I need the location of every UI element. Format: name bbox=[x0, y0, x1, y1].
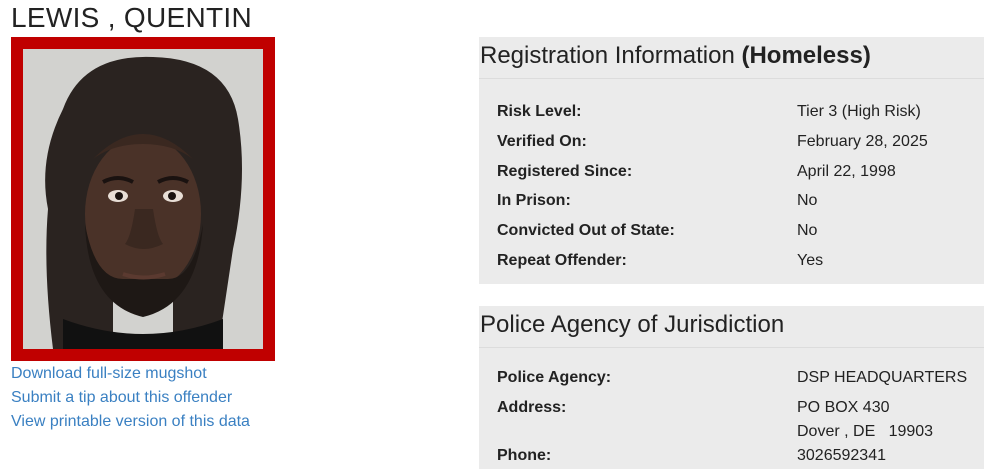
registration-title: Registration Information bbox=[480, 42, 735, 69]
field-risk-level: Risk Level: Tier 3 (High Risk) bbox=[497, 97, 984, 127]
field-label: Phone: bbox=[497, 446, 552, 464]
field-in-prison: In Prison: No bbox=[497, 186, 984, 216]
field-label: In Prison: bbox=[497, 192, 571, 210]
field-value: No bbox=[797, 192, 818, 210]
registration-header: Registration Information (Homeless) bbox=[479, 37, 984, 79]
registration-status: (Homeless) bbox=[741, 42, 871, 69]
mugshot-image bbox=[23, 49, 263, 349]
field-value: 3026592341 bbox=[797, 446, 886, 464]
field-value: April 22, 1998 bbox=[797, 162, 896, 180]
field-label: Risk Level: bbox=[497, 103, 582, 120]
field-label: Verified On: bbox=[497, 132, 587, 150]
field-label: Registered Since: bbox=[497, 162, 633, 180]
mugshot-photo[interactable] bbox=[23, 49, 263, 349]
printable-version-link[interactable]: View printable version of this data bbox=[11, 410, 250, 434]
offender-name: LEWIS , QUENTIN bbox=[11, 2, 252, 33]
field-police-agency: Police Agency: DSP HEADQUARTERS bbox=[497, 363, 984, 393]
jurisdiction-title: Police Agency of Jurisdiction bbox=[480, 311, 785, 338]
field-value: February 28, 2025 bbox=[797, 132, 928, 150]
jurisdiction-header: Police Agency of Jurisdiction bbox=[479, 306, 984, 348]
registration-panel: Registration Information (Homeless) Risk… bbox=[479, 37, 984, 284]
field-value: PO BOX 430 Dover , DE 19903 bbox=[797, 396, 933, 444]
submit-tip-link[interactable]: Submit a tip about this offender bbox=[11, 386, 250, 410]
download-mugshot-link[interactable]: Download full-size mugshot bbox=[11, 362, 250, 386]
field-label: Address: bbox=[497, 398, 567, 416]
field-label: Convicted Out of State: bbox=[497, 222, 675, 240]
field-repeat-offender: Repeat Offender: Yes bbox=[497, 246, 984, 276]
field-phone: Phone: 3026592341 bbox=[497, 441, 984, 471]
address-line-1: PO BOX 430 bbox=[797, 398, 890, 416]
field-value: No bbox=[797, 222, 818, 240]
field-registered-since: Registered Since: April 22, 1998 bbox=[497, 157, 984, 187]
field-address: Address: PO BOX 430 Dover , DE 19903 bbox=[497, 393, 984, 441]
mugshot-frame bbox=[11, 37, 275, 361]
jurisdiction-panel: Police Agency of Jurisdiction Police Age… bbox=[479, 306, 984, 469]
field-value: Tier 3 (High Risk) bbox=[797, 103, 921, 120]
mugshot-links: Download full-size mugshot Submit a tip … bbox=[11, 362, 250, 434]
field-value: DSP HEADQUARTERS bbox=[797, 369, 968, 386]
field-label: Police Agency: bbox=[497, 369, 612, 386]
field-label: Repeat Offender: bbox=[497, 251, 627, 269]
field-verified-on: Verified On: February 28, 2025 bbox=[497, 127, 984, 157]
field-convicted-out-of-state: Convicted Out of State: No bbox=[497, 216, 984, 246]
field-value: Yes bbox=[797, 251, 824, 269]
